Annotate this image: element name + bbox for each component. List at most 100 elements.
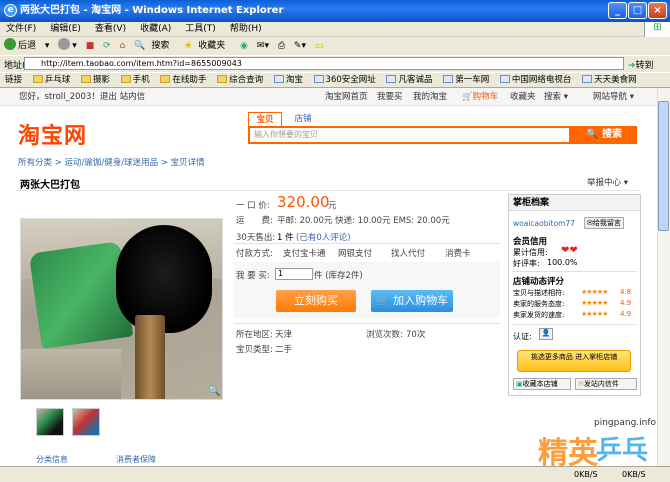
product-thumbnail[interactable] bbox=[36, 408, 64, 436]
add-to-cart-button[interactable]: 🛒 加入购物车 bbox=[371, 290, 453, 312]
link-item[interactable]: 360安全网址 bbox=[313, 75, 376, 85]
product-thumbnail[interactable] bbox=[72, 408, 100, 436]
link-item[interactable]: 淘宝 bbox=[273, 75, 303, 85]
go-label: 转到 bbox=[635, 61, 654, 71]
menu-favorites[interactable]: 收藏(A) bbox=[140, 24, 171, 34]
quantity-input[interactable]: 1 bbox=[275, 268, 313, 280]
item-type-value: 二手 bbox=[275, 345, 293, 355]
menu-file[interactable]: 文件(F) bbox=[6, 24, 36, 34]
nav-buy[interactable]: 我要买 bbox=[377, 88, 403, 106]
history-icon[interactable]: ◉ bbox=[240, 41, 248, 51]
back-button[interactable]: 后退 ▾ bbox=[4, 38, 49, 51]
link-item[interactable]: 在线助手 bbox=[160, 75, 206, 85]
breadcrumb[interactable]: 所有分类 > 运动/瑜伽/健身/球迷用品 > 宝贝详情 bbox=[18, 156, 205, 168]
search-tab-shop[interactable]: 店铺 bbox=[288, 112, 318, 126]
menu-bar: 文件(F) 编辑(E) 查看(V) 收藏(A) 工具(T) 帮助(H) bbox=[0, 22, 670, 37]
id-cert-icon[interactable]: 👤 bbox=[539, 328, 553, 340]
minimize-icon[interactable]: _ bbox=[608, 2, 627, 19]
link-item[interactable]: 第一车网 bbox=[443, 75, 489, 85]
print-icon[interactable]: ⎙ bbox=[278, 41, 285, 51]
credit-title: 会员信用 bbox=[513, 237, 548, 247]
link-item[interactable]: 乒乓球 bbox=[32, 75, 70, 85]
greeting[interactable]: 您好，stroll_2003！退出 站内信 bbox=[19, 88, 145, 106]
folder-icon bbox=[32, 75, 43, 83]
seller-panel-header: 掌柜档案 bbox=[509, 195, 640, 211]
stop-icon[interactable]: ■ bbox=[86, 41, 95, 51]
report-center-link[interactable]: 举报中心 ▾ bbox=[587, 176, 628, 188]
link-item[interactable]: 天天美食网 bbox=[582, 75, 637, 85]
item-type-label: 宝贝类型: bbox=[236, 345, 273, 355]
bottom-link[interactable]: 分类信息 bbox=[36, 454, 68, 465]
link-item[interactable]: 中国网络电视台 bbox=[499, 75, 571, 85]
divider bbox=[15, 190, 641, 191]
seller-panel: 掌柜档案 woaicaobitom77 ✉给我留言 会员信用 累计信用: ❤❤ … bbox=[508, 194, 641, 396]
payment-method: 网银支付 bbox=[338, 249, 373, 259]
address-input[interactable]: http://item.taobao.com/item.htm?id=86550… bbox=[24, 57, 624, 70]
link-item[interactable]: 综合查询 bbox=[217, 75, 263, 85]
item-title: 两张大巴打包 bbox=[20, 180, 80, 191]
link-label: 淘宝 bbox=[285, 75, 303, 85]
stock-text: 件 (库存2件) bbox=[314, 271, 363, 281]
search-button[interactable]: 🔍 搜索 bbox=[134, 41, 175, 51]
folder-icon bbox=[217, 75, 228, 83]
reviews-link[interactable]: (已有0人评论) bbox=[296, 231, 351, 243]
location-value: 天津 bbox=[275, 330, 293, 340]
shipping-label: 运 费: bbox=[236, 216, 273, 226]
menu-tools[interactable]: 工具(T) bbox=[185, 24, 216, 34]
bottom-link[interactable]: 消费者保障 bbox=[116, 454, 156, 465]
product-image[interactable] bbox=[20, 218, 223, 400]
seller-name[interactable]: woaicaobitom77 bbox=[513, 219, 575, 228]
mail-icon[interactable]: ✉▾ bbox=[257, 41, 269, 51]
cert-label: 认证: bbox=[513, 332, 532, 341]
zoom-icon[interactable]: 🔍 bbox=[208, 386, 220, 397]
link-item[interactable]: 摄影 bbox=[80, 75, 110, 85]
nav-cart-label: 购物车 bbox=[472, 92, 499, 102]
refresh-icon[interactable]: ⟳ bbox=[103, 41, 111, 51]
toolbar: 后退 ▾ ▾ ■ ⟳ ⌂ 🔍 搜索 ★ 收藏夹 ◉ ✉▾ ⎙ ✎▾ ▭ bbox=[0, 37, 670, 55]
notes-icon[interactable]: ▭ bbox=[315, 41, 324, 51]
payment-method: 找人代付 bbox=[391, 249, 426, 259]
menu-help[interactable]: 帮助(H) bbox=[230, 24, 262, 34]
nav-home[interactable]: 淘宝网首页 bbox=[325, 88, 368, 106]
window-title: 两张大巴打包 - 淘宝网 - Windows Internet Explorer bbox=[0, 0, 670, 22]
search-tab-item[interactable]: 宝贝 bbox=[248, 112, 282, 126]
close-icon[interactable]: × bbox=[648, 2, 667, 19]
link-label: 摄影 bbox=[92, 75, 110, 85]
watermark-site: pingpang.info bbox=[594, 418, 657, 428]
nav-my-taobao[interactable]: 我的淘宝 bbox=[413, 88, 447, 106]
scrollbar-thumb[interactable] bbox=[658, 101, 669, 231]
shop-rating-title: 店铺动态评分 bbox=[513, 277, 565, 287]
status-bar: 0KB/S 0KB/S bbox=[0, 466, 670, 482]
folder-icon bbox=[160, 75, 171, 83]
edit-icon[interactable]: ✎▾ bbox=[294, 41, 306, 51]
nav-site-map[interactable]: 网站导航 ▾ bbox=[593, 88, 634, 106]
links-label: 链接 bbox=[5, 75, 23, 85]
message-button[interactable]: ✉给我留言 bbox=[584, 217, 624, 229]
favorites-button[interactable]: ★ 收藏夹 bbox=[184, 41, 231, 51]
maximize-icon[interactable]: □ bbox=[628, 2, 647, 19]
link-item[interactable]: 凡客诚品 bbox=[386, 75, 432, 85]
watermark-logo: 精英 bbox=[538, 436, 598, 466]
cart-icon: 🛒 bbox=[375, 294, 390, 307]
enter-shop-button[interactable]: 挑选更多商品 进入掌柜店铺 bbox=[517, 350, 631, 372]
forward-button[interactable]: ▾ bbox=[58, 38, 77, 51]
go-arrow-icon: ➜ bbox=[628, 61, 636, 71]
site-message-button[interactable]: ✉发站内信件 bbox=[575, 378, 637, 390]
favorite-shop-button[interactable]: ▣收藏本店铺 bbox=[513, 378, 571, 390]
upload-speed: 0KB/S bbox=[574, 470, 598, 479]
price-value: 320.00 bbox=[277, 193, 330, 211]
taobao-logo[interactable]: 淘宝网 bbox=[18, 118, 87, 150]
favorite-shop-label: 收藏本店铺 bbox=[522, 380, 558, 388]
nav-favorites[interactable]: 收藏夹 bbox=[510, 88, 536, 106]
nav-search[interactable]: 搜索 ▾ bbox=[544, 88, 568, 106]
menu-view[interactable]: 查看(V) bbox=[95, 24, 126, 34]
link-item[interactable]: 手机 bbox=[120, 75, 150, 85]
home-icon[interactable]: ⌂ bbox=[120, 41, 126, 51]
menu-edit[interactable]: 编辑(E) bbox=[50, 24, 81, 34]
buy-now-button[interactable]: 立刻购买 bbox=[276, 290, 356, 312]
go-button[interactable]: ➜转到 bbox=[628, 58, 654, 71]
search-submit-button[interactable]: 🔍 搜索 bbox=[571, 126, 637, 144]
rating-stars-icon: ★★★★★ bbox=[581, 288, 608, 296]
search-input[interactable]: 输入你想要的宝贝 bbox=[248, 126, 571, 144]
nav-cart[interactable]: 🛒购物车 bbox=[462, 88, 498, 106]
